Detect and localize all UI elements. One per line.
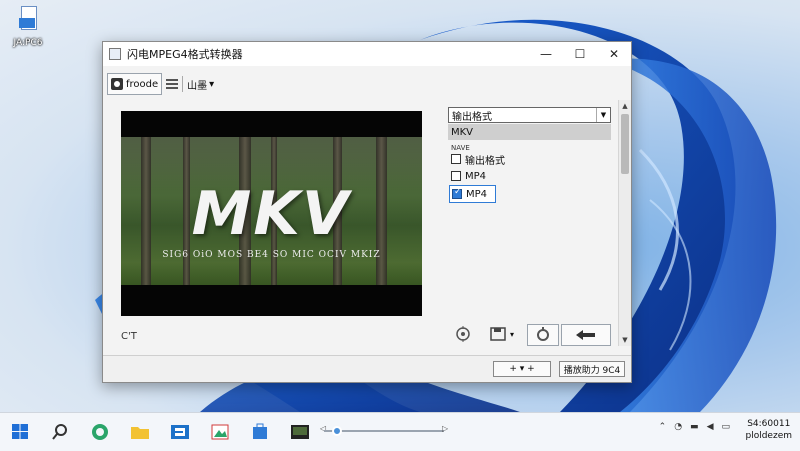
volume-icon[interactable]: ◀: [707, 422, 714, 432]
timer-icon: [537, 327, 549, 341]
taskbar-edge[interactable]: [80, 413, 120, 451]
list-icon[interactable]: [166, 79, 179, 89]
desktop-shortcut[interactable]: JA:PC6: [4, 4, 52, 48]
converter-window: 闪电MPEG4格式转换器 — ☐ ✕ froode 山墨 ▾ MKV SIG6 …: [102, 41, 632, 383]
crosshair-icon: [456, 326, 470, 342]
taskbar-explorer[interactable]: [120, 413, 160, 451]
taskbar-app-photos[interactable]: [200, 413, 240, 451]
scroll-thumb[interactable]: [621, 114, 629, 174]
checkbox-output-format[interactable]: 输出格式: [451, 152, 505, 167]
media-next-icon[interactable]: ▷: [442, 424, 448, 433]
taskbar-app-video[interactable]: [280, 413, 320, 451]
checkbox-icon: [451, 171, 461, 181]
toolbar-separator: [182, 76, 184, 92]
clock-time: S4:60011: [747, 419, 791, 429]
scroll-up-arrow[interactable]: ▲: [619, 100, 631, 112]
save-icon: [490, 327, 506, 341]
checkbox-label: MP4: [465, 170, 487, 182]
app-icon: [109, 48, 121, 60]
photos-icon: [211, 424, 229, 440]
shortcut-icon: [17, 6, 39, 36]
timer-button[interactable]: [527, 324, 559, 346]
network-icon[interactable]: ◔: [674, 422, 682, 432]
search-button[interactable]: [40, 413, 80, 451]
toolbar-menu-label: 山墨: [187, 80, 208, 92]
system-clock[interactable]: S4:60011 ploldezem: [746, 418, 793, 442]
preview-title-text: MKV: [191, 179, 351, 249]
video-preview[interactable]: MKV SIG6 OiO MOS BE4 SO MIC OCIV MKIZ: [121, 111, 422, 316]
title-bar[interactable]: 闪电MPEG4格式转换器 — ☐ ✕: [103, 42, 631, 66]
app-e-icon: [171, 425, 189, 439]
checkbox-checked-icon: [452, 187, 462, 199]
output-format-select[interactable]: 输出格式 ▼: [448, 107, 611, 123]
minimize-button[interactable]: —: [529, 42, 563, 66]
taskbar-app-e[interactable]: [160, 413, 200, 451]
system-tray: ⌃ ◔ ▬ ◀ ▭: [659, 422, 730, 432]
browser-icon: [92, 424, 108, 440]
taskbar-app-store[interactable]: [240, 413, 280, 451]
back-arrow-icon: [576, 330, 595, 340]
dropdown-arrow-icon[interactable]: ▼: [596, 108, 610, 122]
frame-counter: C'T: [121, 331, 137, 342]
toolbar-mode-label: froode: [126, 78, 159, 90]
preview-subtitle-text: SIG6 OiO MOS BE4 SO MIC OCIV MKIZ: [162, 250, 381, 260]
checkbox-mp4[interactable]: MP4: [451, 169, 486, 183]
media-progress-track[interactable]: [324, 430, 444, 432]
status-action-button[interactable]: 播放助力 9C4: [559, 361, 625, 377]
back-button[interactable]: [561, 324, 611, 346]
checkbox-label: MP4: [466, 188, 488, 200]
vertical-scrollbar[interactable]: ▲ ▼: [618, 100, 631, 346]
status-bar: + ▾ + 播放助力 9C4: [103, 355, 631, 382]
checkbox-label: 输出格式: [465, 155, 505, 167]
windows-logo-icon: [12, 424, 28, 439]
scroll-down-arrow[interactable]: ▼: [619, 334, 631, 346]
checkbox-mp4-selected[interactable]: MP4: [449, 185, 497, 203]
video-app-icon: [291, 425, 309, 439]
maximize-button[interactable]: ☐: [563, 42, 597, 66]
desktop-shortcut-label: JA:PC6: [13, 38, 43, 48]
target-icon-button[interactable]: [453, 324, 473, 344]
checkbox-icon: [451, 154, 461, 164]
toolbar-menu[interactable]: 山墨 ▾: [187, 77, 214, 92]
position-control[interactable]: + ▾ +: [493, 361, 551, 377]
start-button[interactable]: [0, 413, 40, 451]
toolbar: froode 山墨 ▾: [107, 72, 214, 96]
battery-icon[interactable]: ▭: [721, 422, 730, 432]
store-icon: [253, 423, 267, 439]
output-format-value: 输出格式: [452, 111, 492, 123]
toolbar-mode-button[interactable]: froode: [107, 73, 163, 95]
chevron-down-icon: ▾: [209, 78, 215, 90]
search-icon: [52, 424, 67, 440]
chevron-up-icon[interactable]: ⌃: [659, 422, 667, 432]
window-title: 闪电MPEG4格式转换器: [127, 48, 243, 61]
record-icon: [111, 78, 123, 90]
save-dropdown-button[interactable]: ▾: [484, 324, 520, 344]
chevron-down-icon: ▾: [509, 329, 514, 339]
folder-icon: [131, 427, 149, 439]
close-button[interactable]: ✕: [597, 42, 631, 66]
clock-date: ploldezem: [745, 431, 793, 441]
format-option-mkv[interactable]: MKV: [448, 124, 611, 140]
camera-icon[interactable]: ▬: [690, 422, 699, 432]
media-progress-knob[interactable]: [332, 426, 342, 436]
